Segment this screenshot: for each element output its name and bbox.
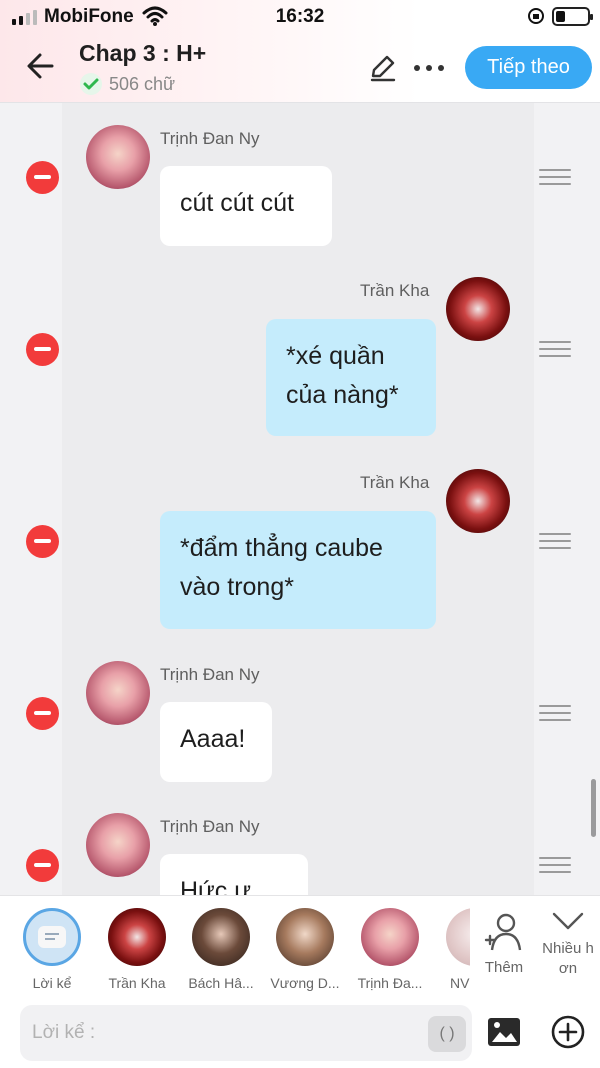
character-label: Trần Kha	[108, 975, 166, 991]
avatar	[446, 469, 510, 533]
avatar	[446, 277, 510, 341]
avatar	[108, 908, 166, 966]
back-arrow-icon[interactable]	[22, 44, 62, 88]
avatar	[361, 908, 419, 966]
word-count: 506 chữ	[109, 73, 176, 94]
narration-input[interactable]	[20, 1005, 472, 1061]
more-label: Nhiều h ơn	[536, 939, 600, 979]
character-label: NV	[450, 975, 470, 991]
drag-handle-icon[interactable]	[539, 705, 571, 725]
avatar	[86, 813, 150, 877]
add-label: Thêm	[484, 959, 524, 976]
check-icon	[80, 73, 102, 95]
character-label: Lời kể	[32, 975, 72, 991]
character-nv[interactable]: NV	[436, 908, 470, 991]
scrollbar[interactable]	[591, 779, 596, 837]
character-bach-ha[interactable]: Bách Hâ...	[186, 908, 256, 991]
sender-name: Trịnh Đan Ny	[160, 817, 260, 836]
avatar	[276, 908, 334, 966]
message-row: Trần Kha *xé quần của nàng*	[0, 263, 600, 453]
character-label: Vương D...	[270, 975, 340, 991]
message-bubble[interactable]: cút cút cút	[160, 166, 332, 246]
drag-handle-icon[interactable]	[539, 169, 571, 189]
clock: 16:32	[275, 6, 325, 27]
delete-message-button[interactable]	[26, 849, 59, 882]
more-label-line: ơn	[558, 960, 578, 977]
rotation-lock-icon	[528, 8, 544, 24]
character-label: Bách Hâ...	[188, 975, 254, 991]
drag-handle-icon[interactable]	[539, 533, 571, 553]
status-bar: MobiFone 16:32	[0, 0, 600, 34]
word-count-row: 506 chữ	[79, 72, 175, 96]
sender-name: Trần Kha	[360, 281, 430, 300]
header: MobiFone 16:32 Chap 3 : H+ 506 chữ Tiếp …	[0, 0, 600, 103]
drag-handle-icon[interactable]	[539, 857, 571, 877]
message-line: của nàng*	[286, 381, 399, 409]
delete-message-button[interactable]	[26, 161, 59, 194]
avatar	[86, 125, 150, 189]
message-bubble[interactable]: *đẩm thẳng caube vào trong*	[160, 511, 436, 629]
sender-name: Trịnh Đan Ny	[160, 129, 260, 148]
add-character-button[interactable]: Thêm	[474, 912, 534, 976]
message-row: Trịnh Đan Ny cút cút cút	[0, 103, 600, 263]
parenthesis-button[interactable]: ( )	[428, 1016, 466, 1052]
delete-message-button[interactable]	[26, 697, 59, 730]
edit-pencil-icon[interactable]	[368, 52, 398, 82]
message-row: Trần Kha *đẩm thẳng caube vào trong*	[0, 453, 600, 643]
plus-circle-icon[interactable]	[550, 1014, 586, 1050]
composer-panel: Lời kể Trần Kha Bách Hâ... Vương D... Tr…	[0, 895, 600, 1068]
delete-message-button[interactable]	[26, 333, 59, 366]
character-label: Trịnh Đa...	[357, 975, 423, 991]
more-options-icon[interactable]	[414, 56, 454, 80]
message-line: *xé quần	[286, 342, 385, 370]
character-tran-kha[interactable]: Trần Kha	[102, 908, 172, 991]
battery-icon	[552, 7, 593, 26]
chevron-down-icon	[552, 912, 584, 930]
image-icon[interactable]	[486, 1016, 522, 1048]
character-narrator[interactable]: Lời kể	[17, 908, 87, 991]
avatar	[192, 908, 250, 966]
avatar	[446, 908, 470, 966]
avatar	[86, 661, 150, 725]
next-button[interactable]: Tiếp theo	[465, 46, 592, 89]
narrator-icon	[23, 908, 81, 966]
more-label-line: Nhiều h	[542, 940, 594, 957]
message-row: Trịnh Đan Ny Hức ư	[0, 803, 600, 895]
delete-message-button[interactable]	[26, 525, 59, 558]
drag-handle-icon[interactable]	[539, 341, 571, 361]
message-line: vào trong*	[180, 573, 294, 601]
character-trinh-dan-ny[interactable]: Trịnh Đa...	[355, 908, 425, 991]
chat-area[interactable]: Trịnh Đan Ny cút cút cút Trần Kha *xé qu…	[0, 103, 600, 895]
sender-name: Trịnh Đan Ny	[160, 665, 260, 684]
message-line: *đẩm thẳng caube	[180, 534, 383, 562]
character-vuong-d[interactable]: Vương D...	[270, 908, 340, 991]
message-bubble[interactable]: Aaaa!	[160, 702, 272, 782]
message-row: Trịnh Đan Ny Aaaa!	[0, 643, 600, 803]
message-bubble[interactable]: Hức ư	[160, 854, 308, 895]
add-person-icon	[484, 913, 522, 951]
sender-name: Trần Kha	[360, 473, 430, 492]
chapter-title: Chap 3 : H+	[79, 40, 207, 66]
message-bubble[interactable]: *xé quần của nàng*	[266, 319, 436, 436]
more-characters-button[interactable]: Nhiều h ơn	[536, 910, 600, 979]
